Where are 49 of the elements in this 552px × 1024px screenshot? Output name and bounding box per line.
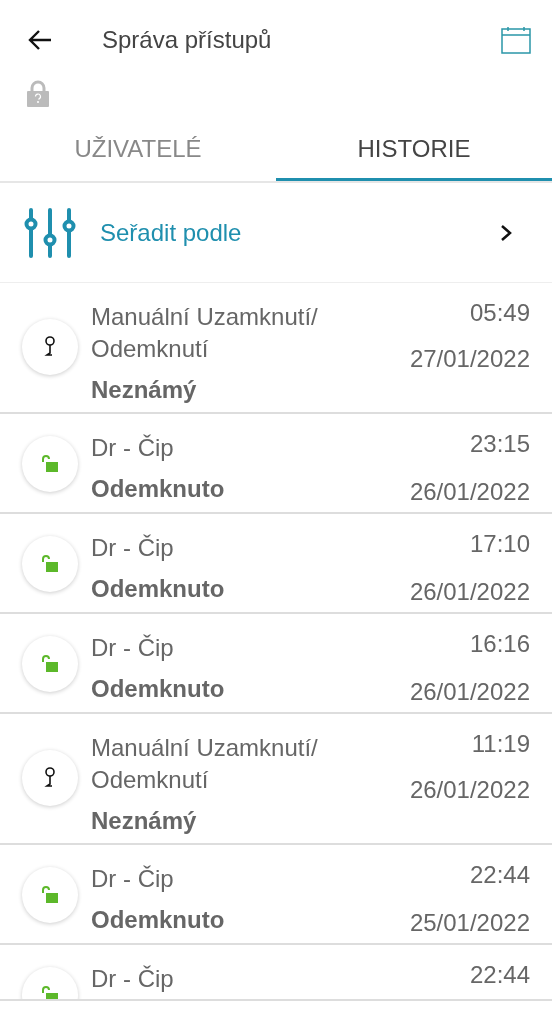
event-status: Odemknuto: [91, 674, 226, 704]
padlock-question-icon: [27, 80, 49, 107]
event-date: 25/01/2022: [409, 908, 530, 938]
event-status: Neznámý: [91, 375, 198, 405]
event-date: 27/01/2022: [409, 344, 530, 374]
unlocked-padlock-icon: [40, 555, 60, 573]
event-time: 16:16: [469, 629, 530, 659]
tab[interactable]: UŽIVATELÉ: [0, 120, 276, 181]
history-row[interactable]: Dr - Čip Odemknuto 17:10 26/01/2022: [0, 514, 552, 614]
event-status: Odemknuto: [91, 905, 226, 935]
event-title: Dr - Čip: [91, 864, 175, 894]
event-time: 17:10: [469, 529, 530, 559]
unlocked-padlock-icon: [40, 886, 60, 904]
event-status: Odemknuto: [91, 574, 226, 604]
history-row[interactable]: Dr - Čip Odemknuto 22:44 25/01/2022: [0, 845, 552, 945]
back-arrow-icon: [27, 29, 53, 51]
sliders-icon: [24, 207, 76, 258]
event-title: Manuální Uzamknutí/ Odemknutí: [91, 733, 319, 795]
key-icon: [43, 336, 57, 358]
event-title: Dr - Čip: [91, 633, 175, 663]
event-time: 22:44: [469, 860, 530, 890]
event-title: Dr - Čip: [91, 964, 175, 994]
event-title: Dr - Čip: [91, 533, 175, 563]
chevron-right-icon: [500, 223, 512, 242]
unlocked-padlock-icon: [40, 986, 60, 999]
history-row[interactable]: Dr - Čip Odemknuto 16:16 26/01/2022: [0, 614, 552, 714]
sort-button[interactable]: Seřadit podle: [0, 183, 552, 283]
calendar-icon: [501, 26, 531, 54]
event-time: 22:44: [469, 960, 530, 990]
event-status: Odemknuto: [91, 474, 226, 504]
unlocked-padlock-icon: [40, 655, 60, 673]
page-title: Správa přístupů: [102, 25, 272, 55]
unlocked-padlock-icon: [40, 455, 60, 473]
event-status: Neznámý: [91, 806, 198, 836]
tab[interactable]: HISTORIE: [276, 120, 552, 181]
history-row[interactable]: Dr - Čip 22:44: [0, 945, 552, 1001]
history-row[interactable]: Manuální Uzamknutí/ Odemknutí Neznámý 11:19 26/01/2022: [0, 714, 552, 845]
event-time: 23:15: [469, 429, 530, 459]
event-date: 26/01/2022: [409, 677, 530, 707]
key-icon: [43, 767, 57, 789]
event-title: Dr - Čip: [91, 433, 175, 463]
event-date: 26/01/2022: [409, 577, 530, 607]
event-time: 05:49: [469, 298, 530, 328]
event-date: 26/01/2022: [409, 477, 530, 507]
history-row[interactable]: Manuální Uzamknutí/ Odemknutí Neznámý 05:49 27/01/2022: [0, 283, 552, 414]
history-row[interactable]: Dr - Čip Odemknuto 23:15 26/01/2022: [0, 414, 552, 514]
event-title: Manuální Uzamknutí/ Odemknutí: [91, 302, 319, 364]
event-date: 26/01/2022: [409, 775, 530, 805]
event-time: 11:19: [471, 729, 530, 759]
